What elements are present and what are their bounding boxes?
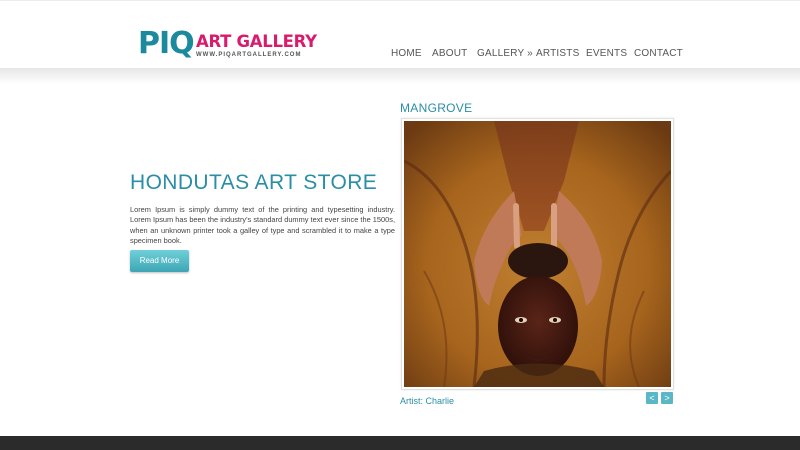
logo-art-gallery-text: ART GALLERY <box>196 32 317 51</box>
header-shadow <box>0 68 800 84</box>
nav-home[interactable]: HOME <box>391 48 422 59</box>
artwork-painting[interactable] <box>404 121 671 387</box>
artist-name: Artist: Charlie <box>400 396 455 406</box>
nav-contact[interactable]: CONTACT <box>634 48 683 59</box>
nav-gallery[interactable]: GALLERY » <box>477 48 533 59</box>
nav-events[interactable]: EVENTS <box>586 48 627 59</box>
read-more-button[interactable]: Read More <box>130 250 189 272</box>
hero-description: Lorem Ipsum is simply dummy text of the … <box>130 205 395 246</box>
artwork-title: MANGROVE <box>400 101 473 115</box>
site-footer <box>0 436 800 450</box>
chevron-left-icon[interactable]: < <box>646 392 658 404</box>
site-header: PIQ ART GALLERY WWW.PIQARTGALLERY.COM HO… <box>0 0 800 69</box>
nav-artists[interactable]: ARTISTS <box>536 48 579 59</box>
logo-url-text: WWW.PIQARTGALLERY.COM <box>196 52 302 58</box>
logo-piq-text: PIQ <box>138 26 195 61</box>
artwork-frame <box>401 118 674 390</box>
chevron-right-icon[interactable]: > <box>661 392 673 404</box>
nav-about[interactable]: ABOUT <box>432 48 467 59</box>
hero-title: HONDUTAS ART STORE <box>130 171 378 194</box>
